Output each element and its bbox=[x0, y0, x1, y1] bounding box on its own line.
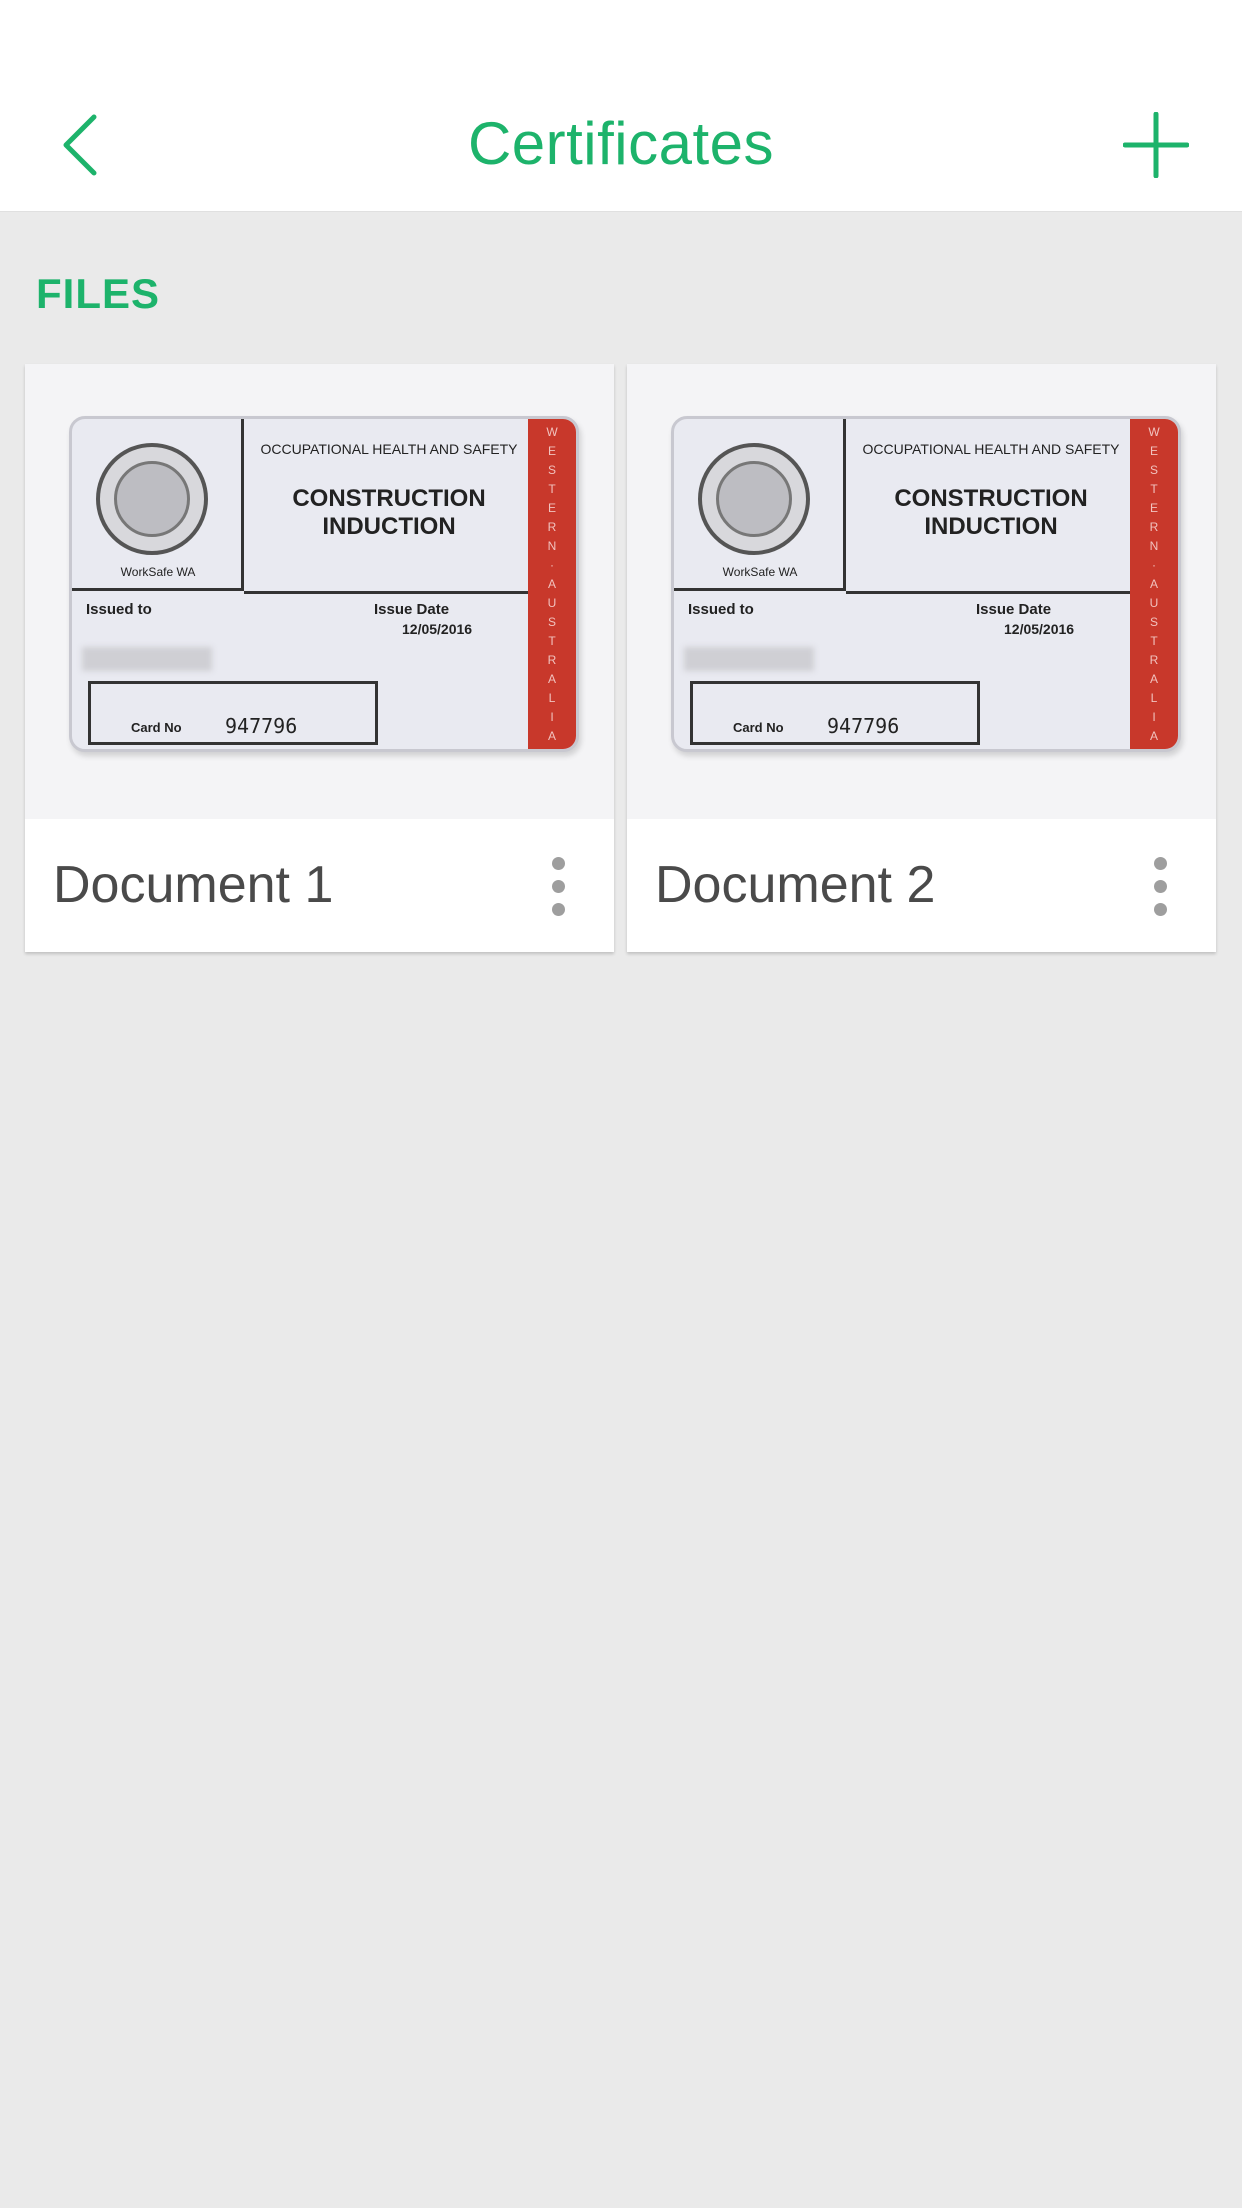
nav-bar: Certificates bbox=[0, 0, 1242, 212]
card-title-line2: INDUCTION bbox=[322, 513, 456, 540]
file-title: Document 1 bbox=[53, 856, 334, 914]
more-vertical-icon bbox=[1153, 856, 1167, 916]
issue-date-label: Issue Date bbox=[976, 601, 1052, 618]
seal-panel: WorkSafe WA bbox=[72, 419, 244, 591]
card-title-line2: INDUCTION bbox=[924, 513, 1058, 540]
card-no-value: 947796 bbox=[827, 714, 900, 738]
card-no-value: 947796 bbox=[225, 714, 298, 738]
red-stripe: W E S T E R N · A U S T R A L I A bbox=[1130, 419, 1178, 749]
file-card[interactable]: WorkSafe WA OCCUPATIONAL HEALTH AND SAFE… bbox=[25, 364, 614, 952]
government-seal-icon bbox=[698, 443, 810, 555]
issued-to-label: Issued to bbox=[86, 601, 152, 618]
redacted-name bbox=[684, 647, 814, 671]
government-seal-icon bbox=[96, 443, 208, 555]
page-title: Certificates bbox=[467, 110, 775, 177]
file-title: Document 2 bbox=[655, 856, 936, 914]
files-grid: WorkSafe WA OCCUPATIONAL HEALTH AND SAFE… bbox=[25, 364, 1217, 952]
file-card[interactable]: WorkSafe WA OCCUPATIONAL HEALTH AND SAFE… bbox=[627, 364, 1216, 952]
card-title-text: CONSTRUCTION INDUCTION bbox=[846, 485, 1136, 541]
seal-panel: WorkSafe WA bbox=[674, 419, 846, 591]
section-label-files: FILES bbox=[36, 270, 161, 317]
red-stripe: W E S T E R N · A U S T R A L I A bbox=[528, 419, 576, 749]
card-number-box: Card No 947796 bbox=[88, 681, 378, 745]
certificate-card-image: WorkSafe WA OCCUPATIONAL HEALTH AND SAFE… bbox=[671, 416, 1181, 752]
card-title-text: CONSTRUCTION INDUCTION bbox=[244, 485, 534, 541]
card-number-box: Card No 947796 bbox=[690, 681, 980, 745]
file-thumbnail: WorkSafe WA OCCUPATIONAL HEALTH AND SAFE… bbox=[627, 364, 1216, 819]
seal-caption: WorkSafe WA bbox=[722, 565, 798, 579]
issue-date-value: 12/05/2016 bbox=[1004, 621, 1075, 637]
add-button[interactable] bbox=[1096, 105, 1216, 185]
card-no-label: Card No bbox=[131, 720, 182, 735]
divider bbox=[244, 591, 534, 594]
divider bbox=[846, 591, 1136, 594]
plus-icon bbox=[1123, 112, 1189, 178]
card-header-text: OCCUPATIONAL HEALTH AND SAFETY bbox=[260, 441, 518, 457]
seal-caption: WorkSafe WA bbox=[120, 565, 196, 579]
card-no-label: Card No bbox=[733, 720, 784, 735]
issue-date-label: Issue Date bbox=[374, 601, 450, 618]
redacted-name bbox=[82, 647, 212, 671]
issue-date-value: 12/05/2016 bbox=[402, 621, 473, 637]
more-options-button[interactable] bbox=[528, 845, 588, 927]
file-card-footer: Document 1 bbox=[25, 819, 614, 952]
certificate-card-image: WorkSafe WA OCCUPATIONAL HEALTH AND SAFE… bbox=[69, 416, 579, 752]
issued-to-label: Issued to bbox=[688, 601, 754, 618]
file-card-footer: Document 2 bbox=[627, 819, 1216, 952]
more-vertical-icon bbox=[551, 856, 565, 916]
card-title-line1: CONSTRUCTION bbox=[894, 485, 1088, 512]
card-header-text: OCCUPATIONAL HEALTH AND SAFETY bbox=[862, 441, 1120, 457]
more-options-button[interactable] bbox=[1130, 845, 1190, 927]
card-title-line1: CONSTRUCTION bbox=[292, 485, 486, 512]
file-thumbnail: WorkSafe WA OCCUPATIONAL HEALTH AND SAFE… bbox=[25, 364, 614, 819]
